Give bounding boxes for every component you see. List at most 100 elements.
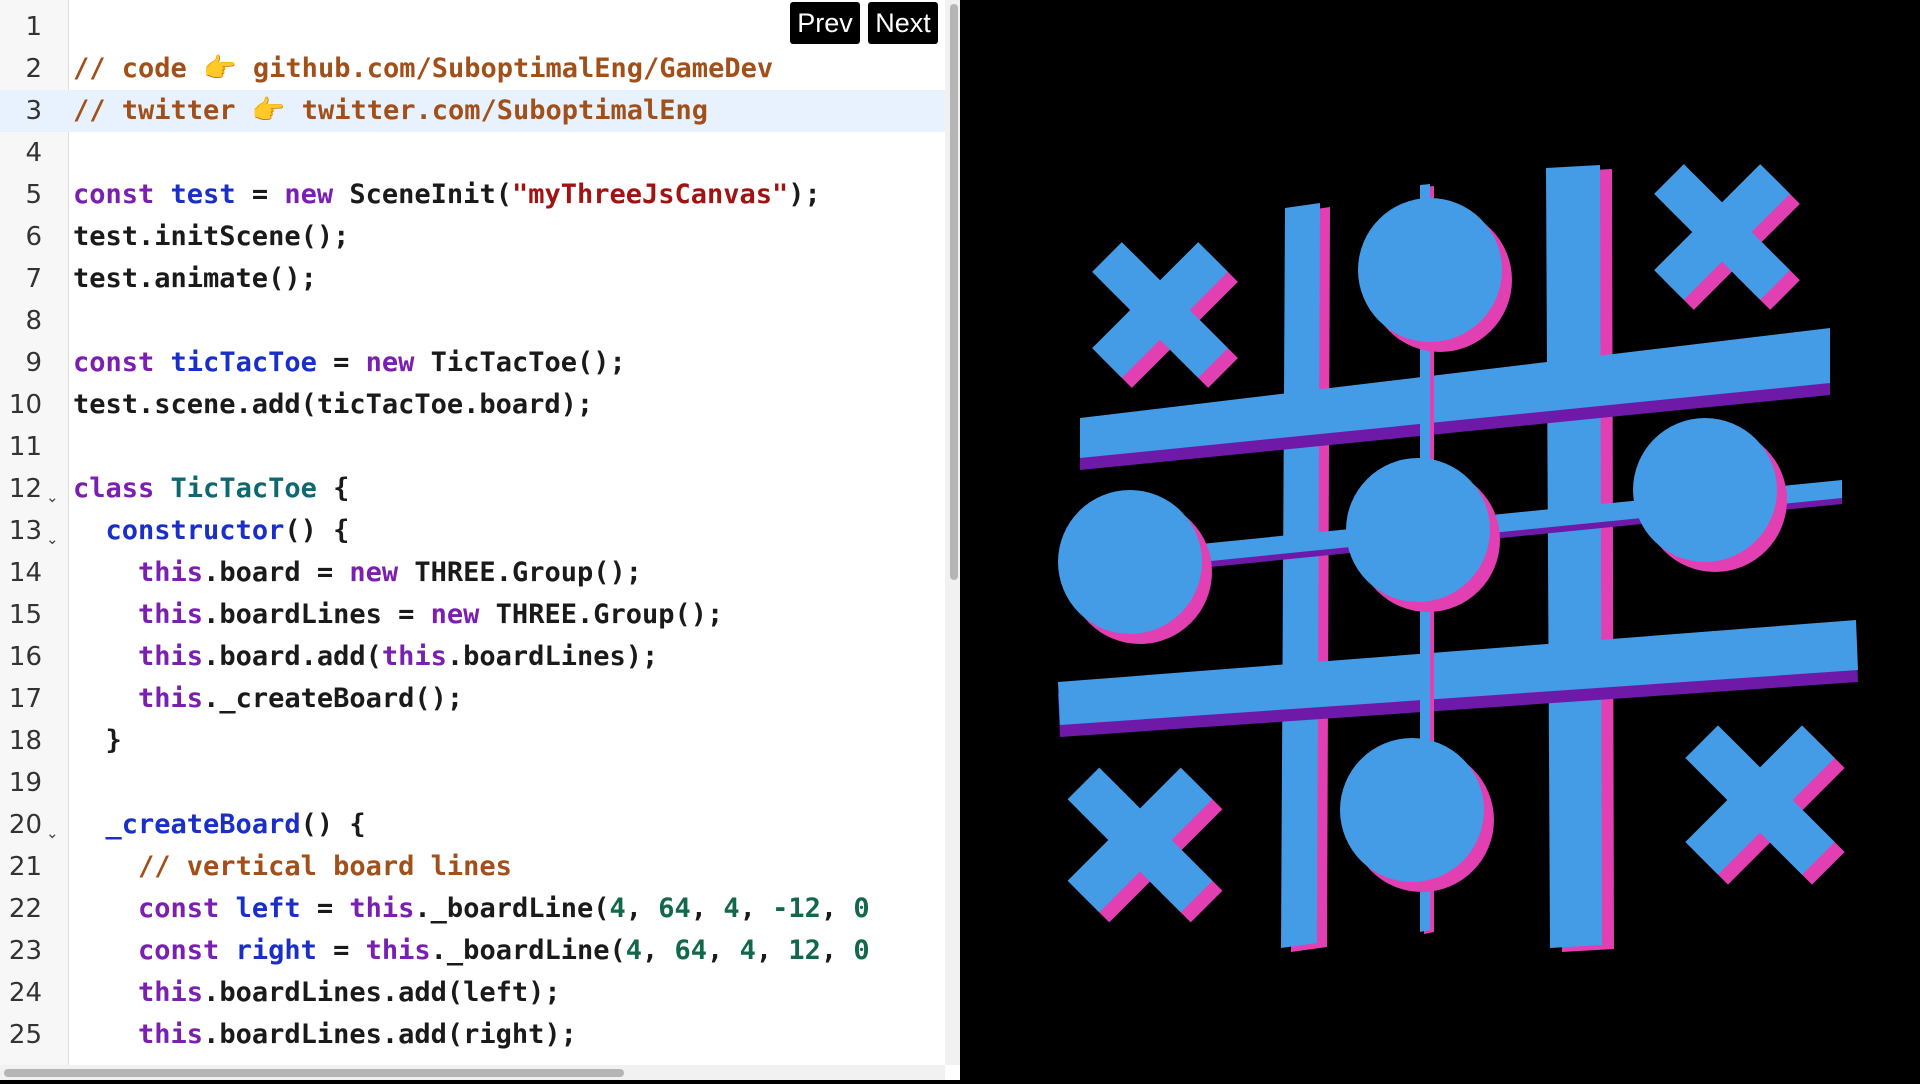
code-line[interactable]: 7 test.animate(); [0,258,945,300]
code-token-keyword: const [73,179,155,210]
code-token-plain: , [820,935,854,966]
code-token-plain: ._boardLine( [430,935,626,966]
line-number: 5 [25,180,42,210]
code-editor[interactable]: 1 2// code 👉 github.com/SuboptimalEng/Gam… [0,0,960,1080]
code-token-keyword: const [73,347,155,378]
vertical-scrollbar-thumb[interactable] [950,4,958,580]
code-line[interactable]: 16 this.board.add(this.boardLines); [0,636,945,678]
code-text: this.boardLines.add(right); [73,1014,577,1056]
code-line[interactable]: 9 const ticTacToe = new TicTacToe(); [0,342,945,384]
code-token-plain: .board.add( [203,641,382,672]
line-number: 21 [8,852,42,882]
code-token-plain: .boardLines.add(right); [203,1019,577,1050]
code-token-keyword: this [138,683,204,714]
code-line[interactable]: 4 [0,132,945,174]
code-text: this._createBoard(); [73,678,463,720]
code-token-plain: = [316,935,366,966]
o-piece [1058,490,1202,634]
code-line[interactable]: 2 // code 👉 github.com/SuboptimalEng/Game… [0,48,945,90]
code-token-plain: ._boardLine( [414,893,610,924]
code-line[interactable]: 3 // twitter 👉 twitter.com/SuboptimalEng [0,90,945,132]
x-piece [1685,725,1845,885]
code-token-plain: } [73,725,122,756]
line-number: 13 [8,516,42,546]
code-line[interactable]: 17 this._createBoard(); [0,678,945,720]
code-token-plain: .boardLines.add(left); [203,977,561,1008]
horizontal-scrollbar-thumb[interactable] [4,1069,624,1077]
code-token-keyword: this [138,977,204,1008]
line-number: 17 [8,684,42,714]
code-line[interactable]: 18 } [0,720,945,762]
code-token-plain: , [820,893,854,924]
code-token-keyword: const [138,893,220,924]
code-line[interactable]: 14 this.board = new THREE.Group(); [0,552,945,594]
code-line[interactable]: 23 const right = this._boardLine(4, 64, … [0,930,945,972]
code-token-def: _createBoard [105,809,301,840]
code-text: this.board = new THREE.Group(); [73,552,642,594]
line-number: 3 [25,96,42,126]
code-token-plain: test.animate(); [73,263,317,294]
code-text: const test = new SceneInit("myThreeJsCan… [73,174,821,216]
board-line-vertical-top [1281,203,1320,948]
line-number: 18 [8,726,42,756]
code-token-keyword: new [284,179,334,210]
code-token-keyword: this [365,935,431,966]
code-token-number: 0 [853,893,870,924]
code-token-plain: ); [788,179,821,210]
prev-button[interactable]: Prev [790,2,860,44]
code-token-plain: test.scene.add(ticTacToe.board); [73,389,594,420]
code-text: const right = this._boardLine(4, 64, 4, … [73,930,870,972]
line-number: 19 [8,768,42,798]
code-text: } [73,720,122,762]
code-token-number: 12 [788,935,821,966]
code-token-keyword: const [138,935,220,966]
code-token-keyword: this [138,1019,204,1050]
code-token-keyword: this [349,893,415,924]
code-token-plain: , [739,893,773,924]
three-js-canvas[interactable] [960,0,1920,1080]
line-number: 12 [8,474,42,504]
x-piece [1067,767,1223,923]
code-token-plain: { [316,473,350,504]
code-token-def: left [235,893,301,924]
code-token-keyword: new [349,557,399,588]
line-number: 20 [8,810,42,840]
code-token-keyword: this [138,557,204,588]
code-line[interactable]: 6 test.initScene(); [0,216,945,258]
code-token-number: 64 [674,935,708,966]
line-number: 25 [8,1020,42,1050]
code-text: // twitter 👉 twitter.com/SuboptimalEng [73,90,708,132]
code-line[interactable]: 8 [0,300,945,342]
line-number: 4 [25,138,42,168]
code-line[interactable]: 21 // vertical board lines [0,846,945,888]
code-line[interactable]: 11 [0,426,945,468]
code-line[interactable]: 15 this.boardLines = new THREE.Group(); [0,594,945,636]
line-number: 24 [8,978,42,1008]
code-line[interactable]: 25 this.boardLines.add(right); [0,1014,945,1056]
code-area[interactable]: 1 2// code 👉 github.com/SuboptimalEng/Gam… [0,0,945,1065]
code-line[interactable]: 19 [0,762,945,804]
code-token-keyword: this [138,641,204,672]
code-line[interactable]: 24 this.boardLines.add(left); [0,972,945,1014]
code-line[interactable]: 10 test.scene.add(ticTacToe.board); [0,384,945,426]
code-line[interactable]: 20 ⌄ _createBoard() { [0,804,945,846]
code-token-plain: , [690,893,724,924]
code-token-def: test [170,179,236,210]
code-line[interactable]: 12 ⌄ class TicTacToe { [0,468,945,510]
code-line[interactable]: 22 const left = this._boardLine(4, 64, 4… [0,888,945,930]
code-line[interactable]: 13 ⌄ constructor() { [0,510,945,552]
code-token-plain: , [755,935,789,966]
code-text: this.board.add(this.boardLines); [73,636,658,678]
code-token-plain: = [316,347,366,378]
code-line[interactable]: 5 const test = new SceneInit("myThreeJsCa… [0,174,945,216]
code-token-plain: test.initScene(); [73,221,350,252]
next-button[interactable]: Next [868,2,938,44]
